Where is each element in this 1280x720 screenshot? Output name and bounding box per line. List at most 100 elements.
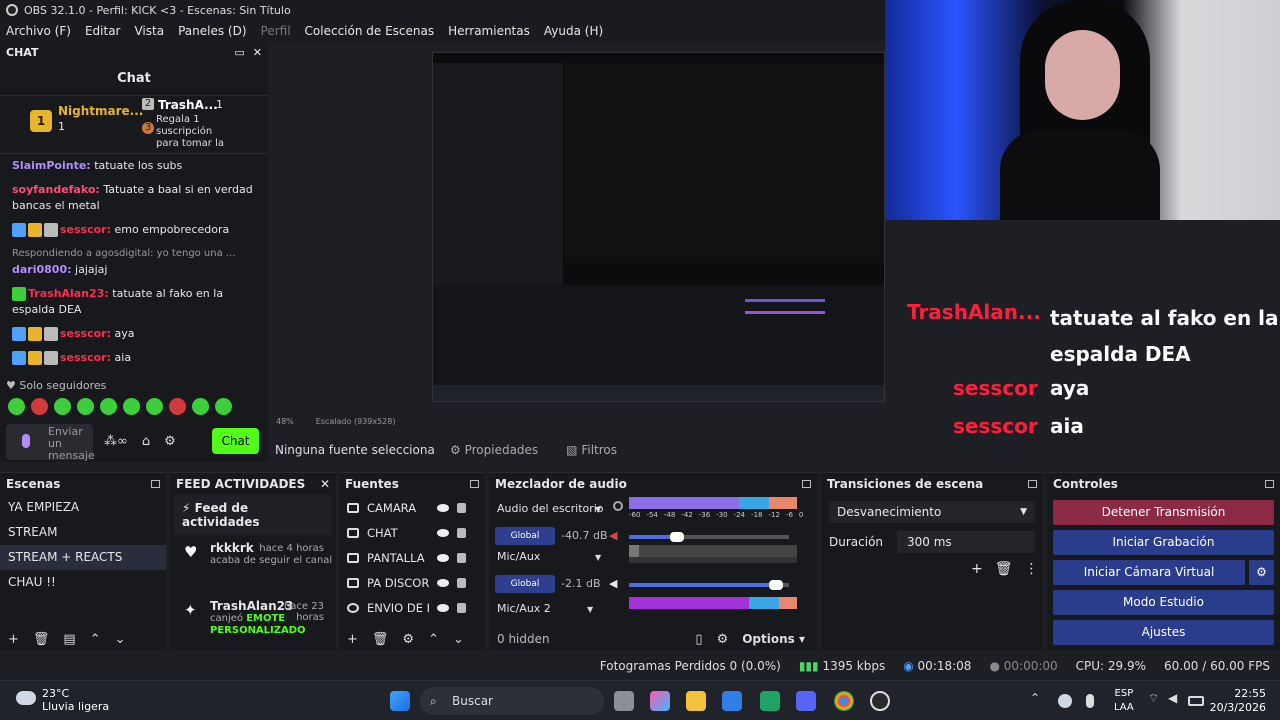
chevron-down-icon[interactable]: ▼ xyxy=(587,605,593,614)
layout-icon[interactable]: ▯ xyxy=(695,632,702,647)
wifi-icon[interactable]: ⌔ xyxy=(1148,691,1162,711)
stop-stream-button[interactable]: Detener Transmisión xyxy=(1053,500,1274,525)
add-icon[interactable]: + xyxy=(347,632,358,647)
chevron-up-icon[interactable]: ⌃ xyxy=(1030,691,1042,711)
studio-mode-button[interactable]: Modo Estudio xyxy=(1053,590,1274,615)
chat-username[interactable]: sesscor: xyxy=(60,327,111,340)
gear-icon[interactable]: ⚙ xyxy=(1249,560,1274,585)
eye-icon[interactable] xyxy=(437,578,449,587)
weather-widget[interactable]: 23°C Lluvia ligera xyxy=(16,687,109,713)
volume-icon[interactable]: ◀ xyxy=(1168,691,1182,711)
chat-username[interactable]: sesscor: xyxy=(60,223,111,236)
gear-icon[interactable]: ⚙ xyxy=(717,632,729,647)
start-recording-button[interactable]: Iniciar Grabación xyxy=(1053,530,1274,555)
emote-icon[interactable] xyxy=(31,398,48,415)
emote-icon[interactable] xyxy=(146,398,163,415)
emote-icon[interactable] xyxy=(169,398,186,415)
menu-coleccion[interactable]: Colección de Escenas xyxy=(305,24,435,38)
chat-username[interactable]: dari0800: xyxy=(12,263,72,276)
emote-icon[interactable] xyxy=(8,398,25,415)
add-icon[interactable]: + xyxy=(971,561,983,577)
chat-input[interactable]: Enviar un mensaje xyxy=(6,424,95,462)
scene-item[interactable]: YA EMPIEZA xyxy=(0,495,166,520)
global-button[interactable]: Global xyxy=(495,575,555,593)
up-icon[interactable]: ⌃ xyxy=(90,632,101,647)
up-icon[interactable]: ⌃ xyxy=(428,632,439,647)
emote-icon[interactable] xyxy=(192,398,209,415)
down-icon[interactable]: ⌄ xyxy=(453,632,464,647)
chat-username[interactable]: TrashAlan23: xyxy=(28,287,109,300)
emote-icon[interactable] xyxy=(215,398,232,415)
onedrive-icon[interactable] xyxy=(1058,694,1072,708)
volume-slider[interactable] xyxy=(629,532,789,542)
lock-icon[interactable] xyxy=(457,527,466,538)
lock-icon[interactable] xyxy=(457,602,466,613)
eye-icon[interactable] xyxy=(437,553,449,562)
lock-icon[interactable] xyxy=(457,502,466,513)
chrome-icon[interactable] xyxy=(834,691,854,711)
copilot-icon[interactable] xyxy=(650,691,670,711)
menu-archivo[interactable]: Archivo (F) xyxy=(6,24,71,38)
chat-username[interactable]: SlaimPointe: xyxy=(12,159,91,172)
source-row[interactable]: CHAT xyxy=(339,520,485,545)
more-icon[interactable]: ⋮ xyxy=(1025,561,1039,577)
filter-icon[interactable]: ▤ xyxy=(63,632,75,647)
trash-icon[interactable]: 🗑 xyxy=(372,632,389,647)
windows-start-icon[interactable] xyxy=(390,691,410,711)
mic-icon[interactable] xyxy=(1086,694,1094,708)
eye-icon[interactable] xyxy=(437,603,449,612)
menu-perfil[interactable]: Perfil xyxy=(261,24,291,38)
chat-username[interactable]: sesscor: xyxy=(60,351,111,364)
emote-icon[interactable] xyxy=(77,398,94,415)
chevron-down-icon[interactable]: ▼ xyxy=(595,553,601,562)
scene-item-selected[interactable]: STREAM + REACTS xyxy=(0,545,166,570)
float-icon[interactable] xyxy=(151,480,160,488)
properties-button[interactable]: ⚙ Propiedades xyxy=(450,443,538,457)
mic-icon[interactable] xyxy=(22,434,30,448)
emote-icon[interactable] xyxy=(100,398,117,415)
add-icon[interactable]: + xyxy=(8,632,19,647)
scale-mode[interactable]: Escalado (939x528) xyxy=(316,417,396,426)
system-clock[interactable]: 22:55 20/3/2026 xyxy=(1206,687,1266,715)
battery-icon[interactable] xyxy=(1188,696,1204,706)
float-icon[interactable] xyxy=(1028,480,1037,488)
scene-item[interactable]: CHAU !! xyxy=(0,570,166,595)
float-icon[interactable]: ▭ xyxy=(234,46,244,59)
zoom-level[interactable]: 48% xyxy=(276,417,294,426)
eye-icon[interactable] xyxy=(437,503,449,512)
source-row[interactable]: PANTALLA xyxy=(339,545,485,570)
transition-select[interactable]: Desvanecimiento ▼ xyxy=(829,501,1035,523)
source-row[interactable]: CAMARA xyxy=(339,495,485,520)
discord-icon[interactable] xyxy=(796,691,816,711)
menu-ayuda[interactable]: Ayuda (H) xyxy=(544,24,603,38)
file-explorer-icon[interactable] xyxy=(686,691,706,711)
options-button[interactable]: Options ▾ xyxy=(742,632,805,646)
store-icon[interactable]: ⌂ xyxy=(142,434,150,449)
users-icon[interactable]: ⁂∞ xyxy=(104,434,128,449)
scene-item[interactable]: STREAM xyxy=(0,520,166,545)
down-icon[interactable]: ⌄ xyxy=(115,632,126,647)
speaker-icon[interactable]: ◀ xyxy=(609,577,617,590)
lock-icon[interactable] xyxy=(457,577,466,588)
float-icon[interactable] xyxy=(802,480,811,488)
chat-send-button[interactable]: Chat xyxy=(212,428,259,454)
slider-knob[interactable] xyxy=(769,580,784,590)
volume-slider[interactable] xyxy=(629,580,789,590)
settings-button[interactable]: Ajustes xyxy=(1053,620,1274,645)
gear-icon[interactable]: ⚙ xyxy=(402,632,414,647)
speaker-muted-icon[interactable]: ◀ xyxy=(609,529,617,542)
chevron-down-icon[interactable]: ▼ xyxy=(595,505,601,514)
chat-username[interactable]: soyfandefako: xyxy=(12,183,100,196)
taskbar-search[interactable]: ⌕ Buscar xyxy=(420,687,604,715)
float-icon[interactable] xyxy=(1265,480,1274,488)
close-icon[interactable]: ✕ xyxy=(253,46,262,59)
duration-input[interactable]: 300 ms xyxy=(897,531,1035,553)
eye-icon[interactable] xyxy=(437,528,449,537)
start-virtual-cam-button[interactable]: Iniciar Cámara Virtual xyxy=(1053,560,1245,585)
source-row[interactable]: PA DISCORD xyxy=(339,570,485,595)
emote-icon[interactable] xyxy=(54,398,71,415)
settings-gear-icon[interactable]: ⚙ xyxy=(164,434,176,449)
menu-vista[interactable]: Vista xyxy=(134,24,164,38)
excel-icon[interactable] xyxy=(760,691,780,711)
obs-icon[interactable] xyxy=(870,691,890,711)
